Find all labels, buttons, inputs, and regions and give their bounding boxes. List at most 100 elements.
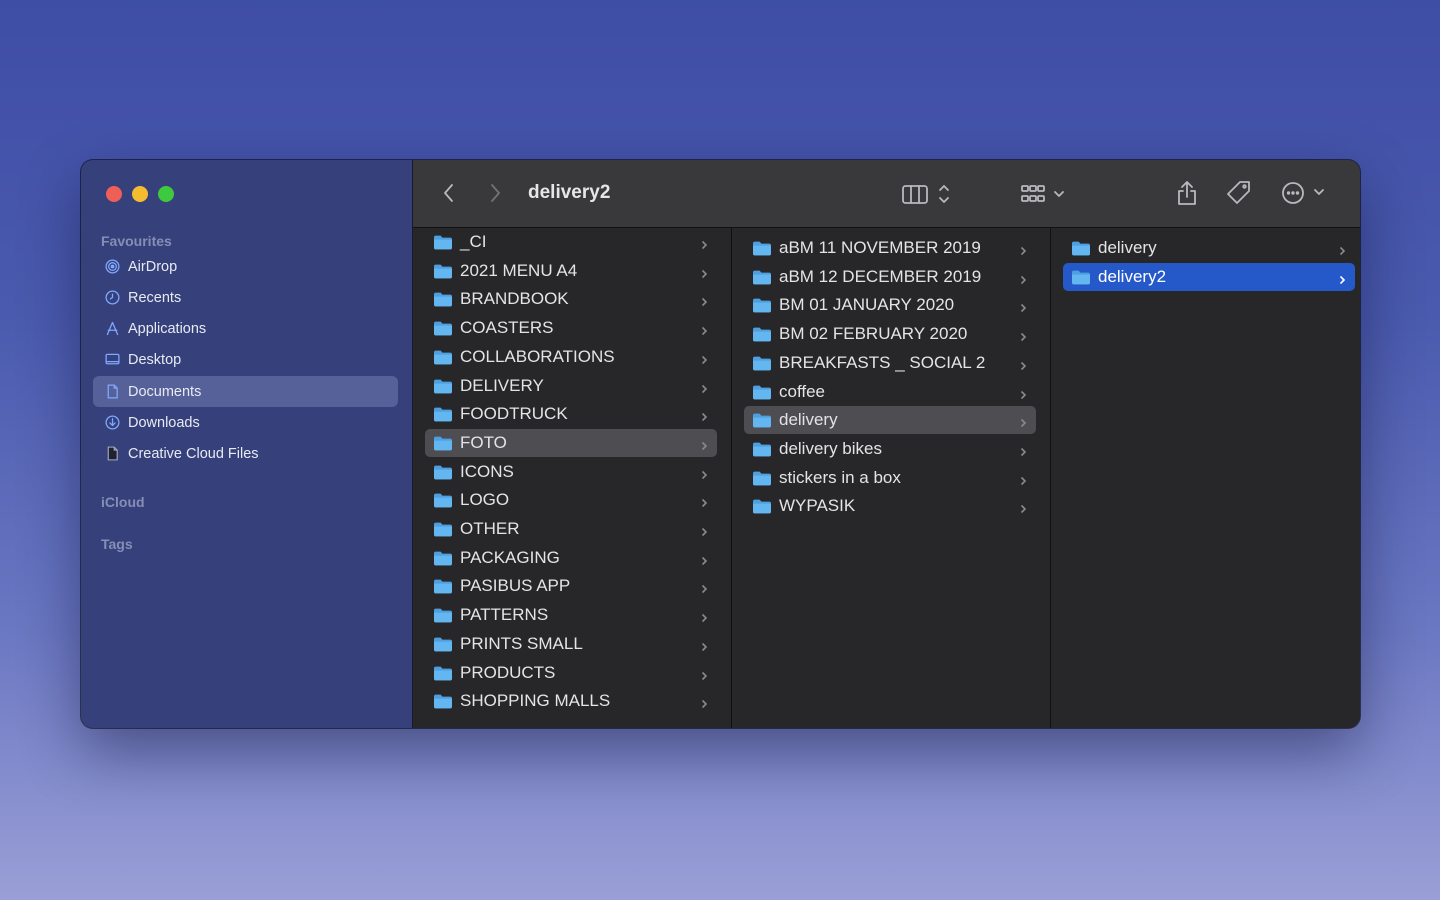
folder-row[interactable]: PASIBUS APP	[425, 572, 717, 600]
folder-row[interactable]: BREAKFASTS _ SOCIAL 2	[744, 349, 1036, 377]
folder-label: BRANDBOOK	[460, 289, 569, 309]
chevron-right-icon	[1017, 299, 1029, 313]
folder-label: coffee	[779, 381, 826, 401]
folder-icon	[433, 578, 453, 594]
chevron-right-icon	[1017, 328, 1029, 342]
folder-icon	[1071, 269, 1091, 285]
chevron-right-icon	[1336, 271, 1348, 284]
chevron-right-icon	[698, 580, 710, 594]
folder-icon	[752, 269, 772, 285]
folder-label: _CI	[460, 232, 487, 251]
folder-icon	[433, 291, 453, 307]
group-button[interactable]	[1019, 180, 1071, 208]
folder-row[interactable]: coffee	[744, 378, 1036, 406]
folder-label: 2021 MENU A4	[460, 260, 578, 280]
chevron-right-icon	[698, 437, 710, 450]
folder-icon	[433, 521, 453, 537]
folder-icon	[433, 435, 453, 451]
folder-icon	[433, 406, 453, 422]
share-icon	[1178, 181, 1196, 205]
folder-label: LOGO	[460, 490, 510, 510]
folder-row[interactable]: PATTERNS	[425, 601, 717, 629]
folder-icon	[433, 464, 453, 480]
folder-label: delivery2	[1098, 266, 1167, 286]
folder-row[interactable]: delivery bikes	[744, 435, 1036, 463]
folder-row[interactable]: aBM 12 DECEMBER 2019	[744, 263, 1036, 291]
folder-row[interactable]: PRINTS SMALL	[425, 630, 717, 658]
chevron-right-icon	[698, 609, 710, 623]
view-button[interactable]	[900, 180, 956, 208]
folder-row[interactable]: COASTERS	[425, 314, 717, 342]
folder-label: COASTERS	[460, 318, 554, 338]
tag-icon	[1227, 181, 1250, 204]
window-controls	[106, 186, 174, 202]
sidebar-item-documents[interactable]: Documents	[93, 376, 398, 407]
share-button[interactable]	[1173, 178, 1201, 208]
folder-label: FOODTRUCK	[460, 404, 568, 424]
chevron-right-icon	[698, 667, 710, 680]
folder-row[interactable]: delivery	[744, 406, 1036, 435]
tag-button[interactable]	[1224, 178, 1254, 208]
chevron-right-icon	[698, 408, 710, 422]
folder-row[interactable]: delivery2	[1063, 262, 1355, 291]
folder-label: PACKAGING	[460, 547, 560, 567]
sidebar: Favourites AirDrop Recents Applications …	[81, 160, 413, 728]
folder-row[interactable]: PACKAGING	[425, 544, 717, 572]
folder-row[interactable]: ICONS	[425, 458, 717, 486]
sidebar-item-creative-cloud[interactable]: Creative Cloud Files	[93, 438, 398, 469]
ellipsis-circle-icon	[1282, 182, 1324, 204]
sidebar-item-downloads[interactable]: Downloads	[93, 407, 398, 438]
airdrop-icon	[102, 257, 122, 277]
chevron-right-icon	[1017, 414, 1029, 428]
sidebar-item-recents[interactable]: Recents	[93, 282, 398, 313]
folder-icon	[752, 326, 772, 342]
zoom-button[interactable]	[158, 186, 174, 202]
folder-row[interactable]: LOGO	[425, 486, 717, 514]
chevron-right-icon	[698, 322, 710, 336]
chevron-right-icon	[1017, 386, 1029, 399]
back-button[interactable]	[437, 180, 461, 206]
folder-row[interactable]: _CI	[425, 228, 717, 256]
folder-row[interactable]: FOTO	[425, 428, 717, 457]
folder-row[interactable]: COLLABORATIONS	[425, 343, 717, 371]
column-1: _CI 2021 MENU A4 BRANDBOOK COASTERS COLLABOR…	[413, 228, 732, 728]
folder-label: OTHER	[460, 519, 520, 538]
minimize-button[interactable]	[132, 186, 148, 202]
folder-row[interactable]: PRODUCTS	[425, 659, 717, 687]
folder-row[interactable]: stickers in a box	[744, 464, 1036, 492]
folder-row[interactable]: SHOPPING MALLS	[425, 687, 717, 715]
chevron-right-icon	[698, 552, 710, 565]
folder-row[interactable]: OTHER	[425, 515, 717, 543]
folder-row[interactable]: 2021 MENU A4	[425, 257, 717, 285]
chevron-right-icon	[698, 523, 710, 537]
folder-row[interactable]: FOODTRUCK	[425, 400, 717, 428]
folder-row[interactable]: BM 01 JANUARY 2020	[744, 291, 1036, 319]
sidebar-item-desktop[interactable]: Desktop	[93, 344, 398, 375]
grid-icon	[1021, 185, 1064, 202]
chevron-right-icon	[491, 184, 500, 202]
folder-row[interactable]: BRANDBOOK	[425, 285, 717, 313]
folder-row[interactable]: DELIVERY	[425, 372, 717, 400]
chevron-right-icon	[698, 494, 710, 508]
file-icon	[102, 444, 122, 464]
folder-label: delivery	[1098, 238, 1157, 257]
folder-row[interactable]: WYPASIK	[744, 492, 1036, 520]
sidebar-item-label: Creative Cloud Files	[128, 445, 259, 462]
folder-label: aBM 12 DECEMBER 2019	[779, 266, 982, 286]
folder-icon	[752, 470, 772, 486]
folder-row[interactable]: aBM 11 NOVEMBER 2019	[744, 234, 1036, 262]
toolbar: delivery2	[413, 160, 1360, 228]
folder-icon	[433, 378, 453, 394]
applications-icon	[102, 319, 122, 339]
folder-row[interactable]: BM 02 FEBRUARY 2020	[744, 320, 1036, 348]
forward-button[interactable]	[483, 180, 507, 206]
close-button[interactable]	[106, 186, 122, 202]
more-button[interactable]	[1277, 179, 1329, 207]
sidebar-item-airdrop[interactable]: AirDrop	[93, 251, 398, 282]
folder-label: PASIBUS APP	[460, 576, 571, 596]
folder-icon	[433, 492, 453, 508]
folder-row[interactable]: delivery	[1063, 234, 1355, 262]
folder-label: aBM 11 NOVEMBER 2019	[779, 238, 981, 257]
clock-icon	[102, 288, 122, 308]
sidebar-item-applications[interactable]: Applications	[93, 313, 398, 344]
